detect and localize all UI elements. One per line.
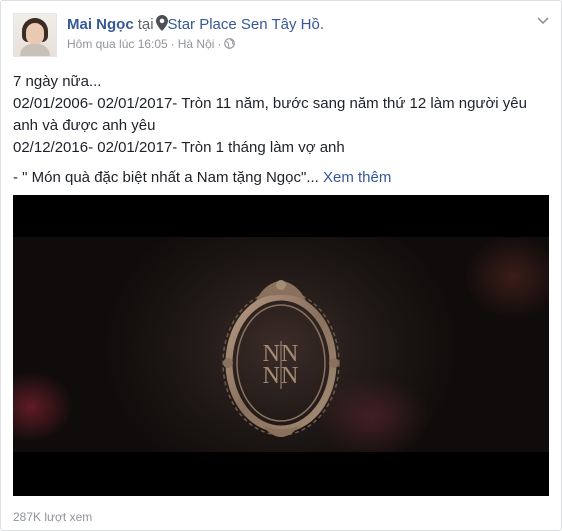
- video-player[interactable]: NN NN: [13, 195, 549, 496]
- post-line: 02/01/2006- 02/01/2017- Tròn 11 năm, bướ…: [13, 95, 527, 134]
- video-frame: NN NN: [13, 237, 549, 452]
- avatar[interactable]: [13, 13, 57, 57]
- avatar-body: [20, 44, 50, 56]
- at-label: tại: [137, 16, 154, 33]
- separator: ·: [170, 37, 175, 51]
- ornate-mirror-emblem: NN NN: [222, 280, 340, 437]
- location-label[interactable]: Hà Nội: [178, 37, 215, 51]
- location-pin-icon: [155, 15, 168, 31]
- post-text: 7 ngày nữa... 02/01/2006- 02/01/2017- Tr…: [13, 71, 549, 189]
- place-link[interactable]: Star Place Sen Tây Hồ.: [168, 16, 324, 33]
- separator: ·: [217, 37, 222, 51]
- post-line: 7 ngày nữa...: [13, 73, 102, 90]
- meta-line: Hôm qua lúc 16:05 · Hà Nội ·: [67, 37, 521, 51]
- post-header: Mai Ngọc tại Star Place Sen Tây Hồ. Hôm qu…: [67, 15, 521, 55]
- post-line: 02/12/2016- 02/01/2017- Tròn 1 tháng làm…: [13, 139, 345, 156]
- globe-icon[interactable]: [224, 38, 236, 49]
- view-count: 287K lượt xem: [13, 510, 93, 524]
- avatar-face: [26, 23, 44, 45]
- chevron-down-icon[interactable]: [537, 17, 549, 25]
- post-line: - " Món quà đặc biệt nhất a Nam tặng Ngọ…: [13, 167, 549, 189]
- quote-text: - " Món quà đặc biệt nhất a Nam tặng Ngọ…: [13, 169, 319, 186]
- author-name[interactable]: Mai Ngọc: [67, 16, 134, 33]
- post-card: Mai Ngọc tại Star Place Sen Tây Hồ. Hôm qu…: [0, 0, 562, 531]
- timestamp[interactable]: Hôm qua lúc 16:05: [67, 37, 168, 51]
- author-line: Mai Ngọc tại Star Place Sen Tây Hồ.: [67, 15, 521, 35]
- see-more-link[interactable]: Xem thêm: [323, 169, 391, 186]
